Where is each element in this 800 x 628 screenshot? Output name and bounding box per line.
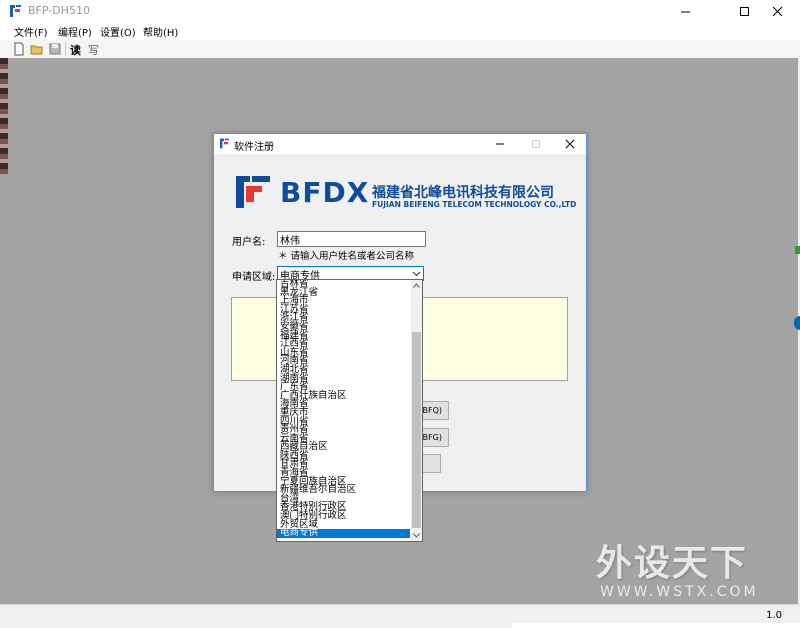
dialog-maximize-button	[520, 134, 552, 154]
dropdown-scrollbar[interactable]	[411, 280, 422, 541]
brand-company-en: FUJIAN BEIFENG TELECOM TECHNOLOGY CO.,LT…	[372, 200, 577, 209]
minimize-button[interactable]	[662, 0, 708, 22]
toolbar: 读 写	[0, 40, 800, 59]
close-button[interactable]	[754, 0, 800, 22]
chevron-up-icon	[413, 283, 420, 288]
region-dropdown-list[interactable]: 吉林省 黑龙江省 上海市 江苏省 浙江省 安徽省 福建省 江西省 山东省 河南省 湖北省 湖南省 广东省…	[276, 279, 423, 542]
background-window-edge	[795, 246, 800, 254]
app-logo-icon	[10, 5, 21, 17]
watermark: 外设天下 WWW.WSTX.COM	[596, 543, 796, 601]
background-window-edge	[794, 316, 800, 330]
dialog-close-button[interactable]	[554, 134, 586, 154]
menu-settings[interactable]: 设置(O)	[100, 24, 136, 39]
username-label: 用户名:	[232, 237, 266, 248]
register-bfg-label: BFG)	[422, 433, 442, 442]
minimize-icon	[496, 143, 504, 145]
dialog-title: 软件注册	[234, 142, 274, 153]
close-icon	[772, 6, 782, 16]
status-bar: 1.0	[0, 604, 800, 628]
brand-company-cn: 福建省北峰电讯科技有限公司	[372, 185, 554, 201]
menu-help[interactable]: 帮助(H)	[143, 24, 178, 39]
brand-name: BFDX	[280, 176, 370, 209]
dialog-minimize-button[interactable]	[484, 134, 516, 154]
window-title: BFP-DH510	[28, 4, 90, 17]
chevron-down-icon	[412, 271, 421, 277]
menu-bar: 文件(F) 编程(P) 设置(O) 帮助(H)	[0, 22, 800, 40]
maximize-icon	[532, 140, 540, 148]
menu-program[interactable]: 编程(P)	[58, 24, 92, 39]
toolbar-divider	[65, 42, 66, 56]
open-folder-icon[interactable]	[30, 42, 44, 56]
dialog-logo-icon	[219, 138, 229, 149]
watermark-en: WWW.WSTX.COM	[600, 584, 759, 600]
background-window-edge	[0, 58, 8, 178]
scrollbar-thumb[interactable]	[412, 332, 421, 528]
new-file-icon[interactable]	[12, 42, 26, 56]
dropdown-items: 吉林省 黑龙江省 上海市 江苏省 浙江省 安徽省 福建省 江西省 山东省 河南省 湖北省 湖南省 广东省…	[277, 280, 410, 538]
watermark-cn: 外设天下	[596, 543, 749, 584]
background-window-edge	[512, 623, 800, 628]
write-button[interactable]: 写	[88, 42, 99, 58]
chevron-down-icon	[413, 533, 420, 538]
register-bfq-label: BFQ)	[422, 406, 442, 415]
region-label: 申请区域:	[232, 272, 276, 283]
scroll-down-button[interactable]	[411, 530, 422, 541]
username-hint: ＊ 请输入用户姓名或者公司名称	[278, 251, 415, 262]
scroll-up-button[interactable]	[411, 280, 422, 291]
window-titlebar: BFP-DH510	[0, 0, 800, 22]
dropdown-option[interactable]: 电商专供	[277, 528, 410, 538]
save-icon[interactable]	[48, 42, 62, 56]
bfdx-logo-icon	[236, 176, 270, 208]
minimize-icon	[680, 11, 690, 12]
company-brand: BFDX 福建省北峰电讯科技有限公司 FUJIAN BEIFENG TELECO…	[232, 172, 582, 214]
read-button[interactable]: 读	[70, 42, 81, 58]
dialog-titlebar: 软件注册	[214, 134, 586, 154]
close-icon	[565, 139, 575, 149]
menu-file[interactable]: 文件(F)	[14, 24, 48, 39]
version-label: 1.0	[766, 610, 782, 621]
username-input[interactable]	[277, 231, 426, 247]
maximize-icon	[739, 6, 749, 16]
